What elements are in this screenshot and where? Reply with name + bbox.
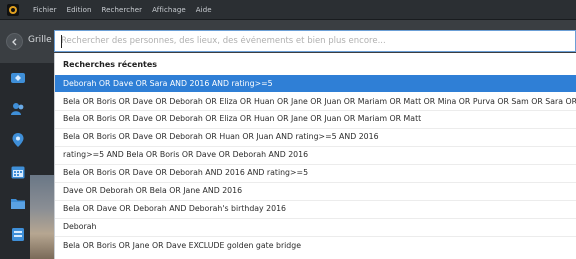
back-button[interactable]: [6, 33, 23, 50]
app-logo-icon: [7, 3, 19, 16]
album-icon[interactable]: [9, 225, 27, 243]
recent-search-item[interactable]: Bela OR Boris OR Dave OR Deborah OR Eliz…: [55, 110, 576, 127]
menu-rechercher[interactable]: Rechercher: [102, 6, 143, 14]
photo-thumbnail: [30, 175, 54, 259]
recent-search-text: Bela OR Boris OR Dave OR Deborah OR Eliz…: [63, 97, 576, 106]
recent-search-text: Bela OR Dave OR Deborah AND Deborah's bi…: [63, 204, 286, 213]
calendar-icon[interactable]: [9, 163, 27, 181]
recent-search-item[interactable]: Bela OR Dave OR Deborah AND Deborah's bi…: [55, 200, 576, 217]
recent-search-text: Deborah OR Dave OR Sara AND 2016 AND rat…: [63, 79, 273, 88]
recent-searches-dropdown: Recherches récentes Deborah OR Dave OR S…: [54, 53, 576, 259]
menu-fichier[interactable]: Fichier: [33, 6, 57, 14]
recent-search-item[interactable]: rating>=5 AND Bela OR Boris OR Dave OR D…: [55, 146, 576, 163]
dropdown-header: Recherches récentes: [63, 60, 158, 69]
text-caret: [61, 35, 62, 48]
recent-search-item[interactable]: Bela OR Boris OR Dave OR Deborah OR Eliz…: [55, 93, 576, 110]
recent-search-item[interactable]: Bela OR Boris OR Dave OR Deborah AND 201…: [55, 164, 576, 181]
recent-search-text: Bela OR Boris OR Dave OR Deborah AND 201…: [63, 168, 309, 177]
recent-search-text: rating>=5 AND Bela OR Boris OR Dave OR D…: [63, 150, 309, 159]
recent-search-text: Bela OR Boris OR Jane OR Dave EXCLUDE go…: [63, 241, 302, 250]
recent-search-item[interactable]: Deborah: [55, 218, 576, 235]
menu-bar: Fichier Edition Rechercher Affichage Aid…: [0, 0, 576, 20]
recent-search-item[interactable]: Dave OR Deborah OR Bela OR Jane AND 2016: [55, 182, 576, 199]
recent-search-item[interactable]: Bela OR Boris OR Dave OR Deborah OR Huan…: [55, 128, 576, 145]
menu-aide[interactable]: Aide: [196, 6, 212, 14]
menu-edition[interactable]: Edition: [67, 6, 92, 14]
view-mode-label[interactable]: Grille: [28, 35, 52, 45]
recent-search-text: Bela OR Boris OR Dave OR Deborah OR Eliz…: [63, 114, 422, 123]
folder-icon[interactable]: [9, 194, 27, 212]
location-pin-icon[interactable]: [9, 131, 27, 149]
chevron-left-icon: [11, 38, 16, 45]
tag-icon[interactable]: [9, 69, 27, 87]
people-icon[interactable]: [9, 100, 27, 118]
recent-search-item[interactable]: Deborah OR Dave OR Sara AND 2016 AND rat…: [55, 75, 576, 92]
recent-search-text: Bela OR Boris OR Dave OR Deborah OR Huan…: [63, 132, 379, 141]
recent-search-text: Deborah: [63, 222, 97, 231]
search-field[interactable]: [54, 30, 576, 52]
menu-affichage[interactable]: Affichage: [152, 6, 186, 14]
search-input[interactable]: [61, 32, 575, 50]
recent-search-text: Dave OR Deborah OR Bela OR Jane AND 2016: [63, 186, 243, 195]
recent-search-item[interactable]: Bela OR Boris OR Jane OR Dave EXCLUDE go…: [55, 237, 576, 254]
